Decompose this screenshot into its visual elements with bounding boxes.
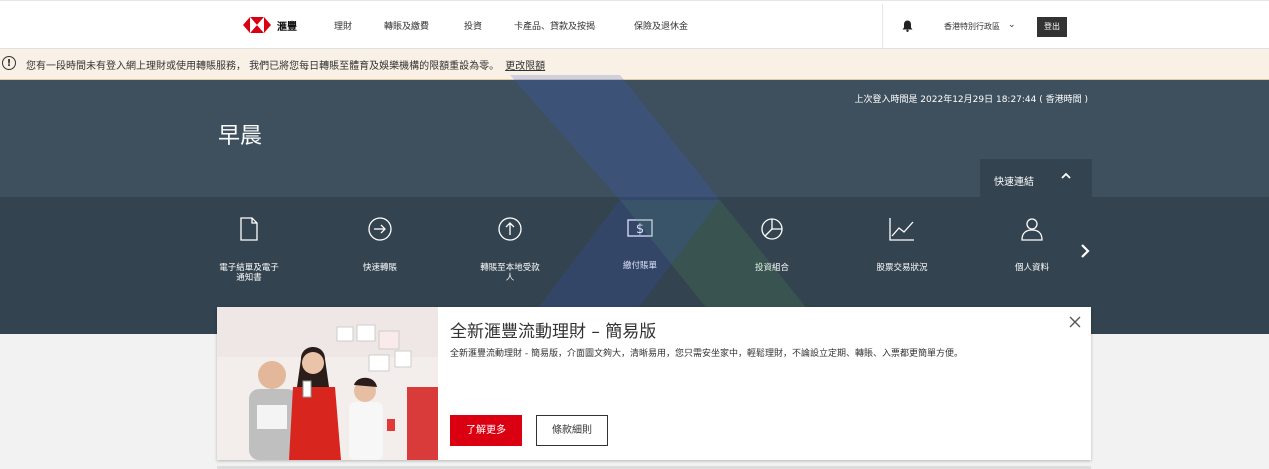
label-line-2: 人 bbox=[505, 273, 515, 283]
warning-text: 您有一段時間未有登入網上理財或使用轉賬服務， 我們已將您每日轉賬至體育及娛樂機構… bbox=[26, 61, 500, 72]
close-icon[interactable] bbox=[1068, 315, 1082, 329]
quick-link-stock-trading[interactable]: 股票交易狀況 bbox=[857, 217, 947, 273]
nav-item-transfers[interactable]: 轉賬及繳費 bbox=[384, 19, 429, 32]
brand-name: 滙豐 bbox=[277, 21, 297, 33]
label-line-1: 個人資料 bbox=[1014, 263, 1049, 273]
quick-link-estatements[interactable]: 電子結單及電子 通知書 bbox=[204, 217, 294, 283]
label-line-1: 投資組合 bbox=[754, 263, 789, 273]
nav-item-investments[interactable]: 投資 bbox=[464, 19, 482, 32]
warning-banner: ! 您有一段時間未有登入網上理財或使用轉賬服務， 我們已將您每日轉賬至體育及娛樂… bbox=[0, 49, 1269, 80]
quick-link-label: 電子結單及電子 通知書 bbox=[204, 263, 294, 283]
quick-link-label: 股票交易狀況 bbox=[857, 263, 947, 273]
learn-more-button[interactable]: 了解更多 bbox=[450, 415, 522, 446]
quick-link-pay-bills[interactable]: $ 繳付賬單 bbox=[595, 217, 685, 271]
greeting-title: 早晨 bbox=[218, 124, 263, 149]
label-line-1: 電子結單及電子 bbox=[219, 263, 279, 273]
quick-link-fast-transfer[interactable]: 快速轉賬 bbox=[335, 217, 425, 273]
quick-links-label: 快速連結 bbox=[994, 177, 1034, 188]
promo-body: 全新滙豐流動理財 - 簡易版，介面圖文夠大，清晰易用，您只需安坐家中，輕鬆理財，… bbox=[450, 349, 963, 359]
pie-chart-icon bbox=[761, 218, 783, 240]
arrow-circle-right-icon bbox=[368, 217, 392, 241]
svg-text:$: $ bbox=[636, 222, 644, 237]
person-icon bbox=[1021, 218, 1043, 241]
arrow-circle-up-icon bbox=[498, 217, 522, 241]
top-navigation: 滙豐 理財 轉賬及繳費 投資 卡產品、貸款及按揭 保險及退休金 香港特別行政區 … bbox=[0, 0, 1269, 49]
greeting-header: 上次登入時間是 2022年12月29日 18:27:44 ( 香港時間 ) 早晨… bbox=[0, 80, 1269, 197]
nav-item-banking[interactable]: 理財 bbox=[334, 19, 352, 32]
quick-links-toggle[interactable]: 快速連結 bbox=[980, 159, 1092, 197]
dollar-bill-icon: $ bbox=[627, 219, 653, 237]
last-login-text: 上次登入時間是 2022年12月29日 18:27:44 ( 香港時間 ) bbox=[854, 95, 1088, 105]
quick-link-label: 繳付賬單 bbox=[595, 261, 685, 271]
region-selector[interactable]: 香港特別行政區 bbox=[944, 21, 1000, 32]
change-limit-link[interactable]: 更改限額 bbox=[505, 61, 545, 72]
hexagon-logo-icon bbox=[243, 17, 271, 33]
chevron-right-icon[interactable] bbox=[1078, 243, 1092, 259]
terms-button[interactable]: 條款細則 bbox=[536, 415, 608, 446]
line-chart-icon bbox=[889, 218, 914, 241]
label-line-1: 股票交易狀況 bbox=[876, 263, 928, 273]
quick-link-portfolio[interactable]: 投資組合 bbox=[727, 217, 817, 273]
quick-link-label: 投資組合 bbox=[727, 263, 817, 273]
nav-divider bbox=[882, 4, 883, 48]
nav-item-cards-loans[interactable]: 卡產品、貸款及按揭 bbox=[514, 19, 595, 32]
chevron-down-icon[interactable]: ⌄ bbox=[1008, 20, 1016, 30]
quick-link-label: 個人資料 bbox=[987, 263, 1077, 273]
promo-card: 全新滙豐流動理財 – 簡易版 全新滙豐流動理財 - 簡易版，介面圖文夠大，清晰易… bbox=[217, 307, 1091, 460]
label-line-1: 繳付賬單 bbox=[622, 261, 657, 271]
bell-icon[interactable] bbox=[902, 20, 913, 32]
quick-link-label: 轉賬至本地受款人 bbox=[465, 263, 555, 283]
nav-item-insurance[interactable]: 保險及退休金 bbox=[634, 19, 688, 32]
warning-message: 您有一段時間未有登入網上理財或使用轉賬服務， 我們已將您每日轉賬至體育及娛樂機構… bbox=[26, 57, 545, 72]
quick-link-label: 快速轉賬 bbox=[335, 263, 425, 273]
logout-button[interactable]: 登出 bbox=[1037, 17, 1067, 37]
label-line-1: 快速轉賬 bbox=[362, 263, 397, 273]
top-edge bbox=[0, 0, 1269, 4]
promo-photo bbox=[217, 307, 438, 460]
quick-link-local-payee[interactable]: 轉賬至本地受款人 bbox=[465, 217, 555, 283]
alert-icon: ! bbox=[2, 56, 16, 70]
hsbc-logo[interactable]: 滙豐 bbox=[243, 17, 297, 33]
family-photo-image bbox=[217, 307, 438, 460]
label-line-2: 通知書 bbox=[236, 273, 262, 283]
chevron-up-icon bbox=[1061, 172, 1071, 179]
label-line-1: 轉賬至本地受款 bbox=[480, 263, 540, 273]
promo-title: 全新滙豐流動理財 – 簡易版 bbox=[450, 322, 657, 342]
quick-link-profile[interactable]: 個人資料 bbox=[987, 217, 1077, 273]
document-icon bbox=[240, 217, 258, 241]
